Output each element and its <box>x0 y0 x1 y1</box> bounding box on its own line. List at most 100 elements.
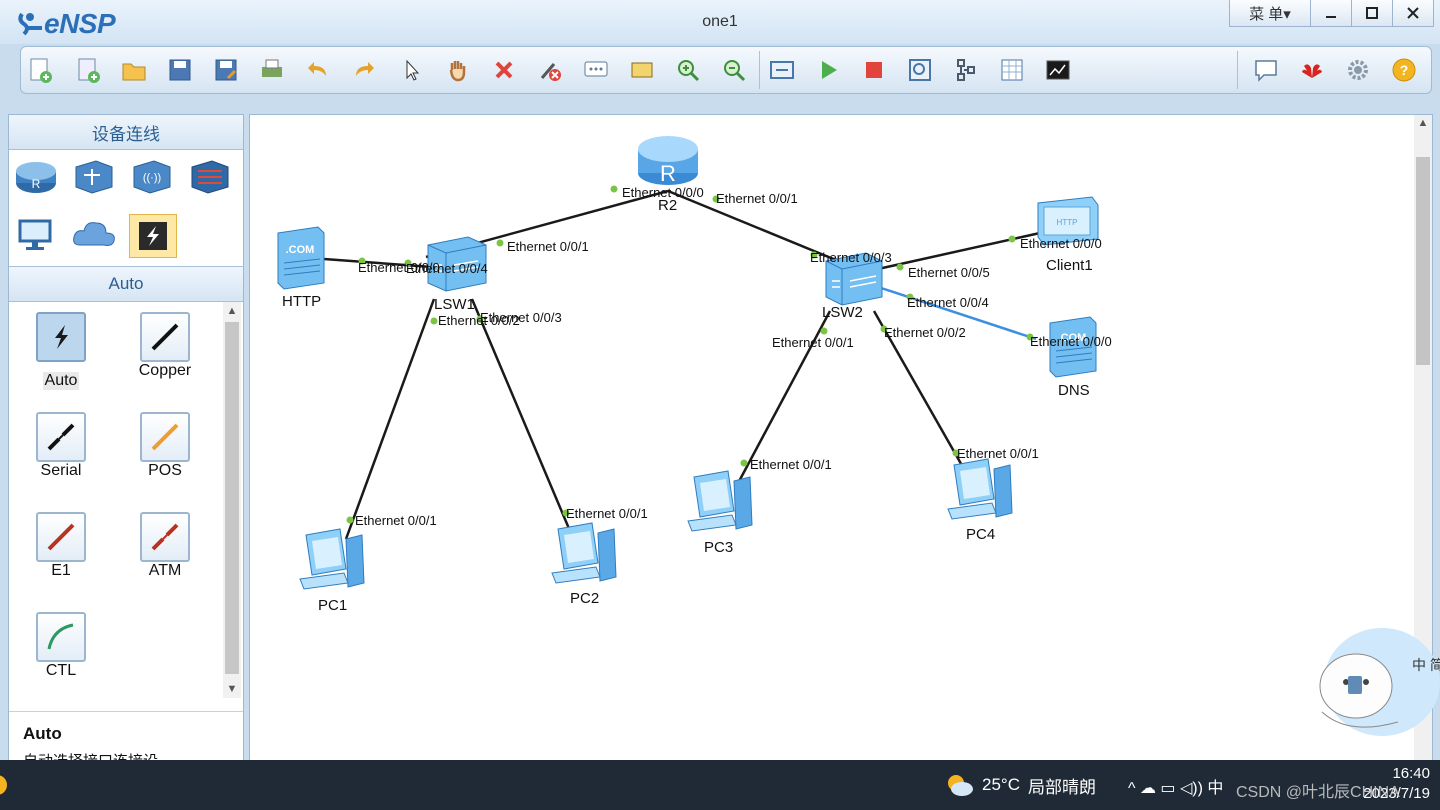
link-lsw1-pc2[interactable] <box>470 298 572 532</box>
wireless-icon[interactable]: ((·)) <box>129 156 175 198</box>
stop-device-icon[interactable] <box>857 53 891 87</box>
windows-taskbar: 25°C 局部晴朗 ^ ☁ ▭ ◁)) 中 16:40 2023/7/19 <box>0 760 1440 810</box>
ime-mode-label: 中 简 <box>1412 657 1440 673</box>
server-http[interactable]: .COM HTTP <box>277 226 325 310</box>
minimize-button[interactable] <box>1310 0 1352 27</box>
device-label-pc3: PC3 <box>704 539 733 556</box>
grid-icon[interactable] <box>995 53 1029 87</box>
print-icon[interactable] <box>255 53 289 87</box>
port-label: Ethernet 0/0/4 <box>907 295 989 310</box>
new-example-icon[interactable] <box>71 53 105 87</box>
capture-icon[interactable] <box>903 53 937 87</box>
connection-label: E1 <box>51 562 71 579</box>
fit-view-icon[interactable] <box>765 53 799 87</box>
svg-text:R: R <box>32 177 41 191</box>
open-icon[interactable] <box>117 53 151 87</box>
delete-icon[interactable] <box>487 53 521 87</box>
port-label: Ethernet 0/0/1 <box>716 191 798 206</box>
device-label-http: HTTP <box>282 293 321 310</box>
new-topology-icon[interactable] <box>23 53 57 87</box>
connection-pos[interactable]: POS <box>117 412 213 502</box>
port-label: Ethernet 0/0/3 <box>810 250 892 265</box>
topology-canvas[interactable]: R R2 LSW1 LSW2 .COM HTTP HTTP Client1 .C… <box>249 114 1433 762</box>
pan-hand-icon[interactable] <box>441 53 475 87</box>
device-category-grid: R ((·)) <box>9 150 243 267</box>
topology-icon[interactable] <box>949 53 983 87</box>
device-label-client1: Client1 <box>1046 257 1093 274</box>
connection-e1[interactable]: E1 <box>13 512 109 602</box>
settings-icon[interactable] <box>1341 53 1375 87</box>
connection-serial[interactable]: Serial <box>13 412 109 502</box>
ctl-link-icon <box>36 612 86 662</box>
weather-cloud-sun-icon <box>948 775 973 796</box>
link-lsw2-client1[interactable] <box>877 231 1041 271</box>
ime-mascot-icon: 中 简 <box>1319 628 1440 736</box>
router-icon: R <box>638 136 698 186</box>
connection-auto[interactable]: Auto <box>13 312 109 402</box>
auto-link-icon[interactable] <box>129 214 177 258</box>
console-icon[interactable] <box>1041 53 1075 87</box>
connection-panel-title: Auto <box>9 267 243 302</box>
connection-list: Auto Copper Serial POS E1 ATM CTL ▲ ▼ <box>9 302 243 698</box>
undo-icon[interactable] <box>301 53 335 87</box>
huawei-icon[interactable] <box>1295 53 1329 87</box>
main-menu-button[interactable]: 菜 单▾ <box>1229 0 1311 27</box>
pc-pc3[interactable]: PC3 <box>687 470 753 556</box>
pc-pc1[interactable]: PC1 <box>299 528 365 614</box>
toolbar-separator <box>1237 51 1238 89</box>
connection-atm[interactable]: ATM <box>117 512 213 602</box>
auto-link-icon <box>36 312 86 362</box>
scroll-up-icon[interactable]: ▲ <box>223 302 241 320</box>
window-title: one1 <box>702 13 738 30</box>
delete-all-links-icon[interactable] <box>533 53 567 87</box>
port-label: Ethernet 0/0/0 <box>1030 334 1112 349</box>
pc-terminal-icon[interactable] <box>13 214 59 256</box>
server-dns[interactable]: .COM DNS <box>1049 316 1097 399</box>
csdn-watermark: CSDN @叶北辰CHINA <box>1236 784 1400 801</box>
start-device-icon[interactable] <box>811 53 845 87</box>
text-annotation-icon[interactable] <box>579 53 613 87</box>
router-icon[interactable]: R <box>13 156 59 198</box>
connection-info: Auto 自动选择接口连接设 <box>9 711 243 770</box>
router-r2[interactable]: R R2 <box>638 136 698 214</box>
feedback-icon[interactable] <box>1249 53 1283 87</box>
port-label: Ethernet 0/0/0 <box>622 185 704 200</box>
pc-pc2[interactable]: PC2 <box>551 522 617 607</box>
scroll-thumb[interactable] <box>225 322 239 674</box>
canvas-scroll-thumb[interactable] <box>1416 157 1430 365</box>
pc-pc4[interactable]: PC4 <box>947 458 1013 543</box>
port-label: Ethernet 0/0/1 <box>566 506 648 521</box>
zoom-out-icon[interactable] <box>717 53 751 87</box>
connection-ctl[interactable]: CTL <box>13 612 109 702</box>
close-icon <box>1407 7 1419 19</box>
connection-list-scrollbar[interactable]: ▲ ▼ <box>223 302 241 698</box>
svg-text:R: R <box>660 161 676 186</box>
zoom-in-icon[interactable] <box>671 53 705 87</box>
port-label: Ethernet 0/0/1 <box>507 239 589 254</box>
weather-widget[interactable]: 25°C 局部晴朗 <box>944 772 1096 798</box>
maximize-button[interactable] <box>1351 0 1393 27</box>
e1-link-icon <box>36 512 86 562</box>
cloud-icon[interactable] <box>71 214 117 256</box>
redo-icon[interactable] <box>347 53 381 87</box>
connection-copper[interactable]: Copper <box>117 312 213 402</box>
link-lsw1-pc1[interactable] <box>344 298 436 540</box>
switch-icon[interactable] <box>71 156 117 198</box>
save-as-icon[interactable] <box>209 53 243 87</box>
scroll-up-icon[interactable]: ▲ <box>1414 117 1432 129</box>
select-pointer-icon[interactable] <box>395 53 429 87</box>
scroll-down-icon[interactable]: ▼ <box>223 680 241 698</box>
svg-text:.COM: .COM <box>286 244 315 256</box>
save-icon[interactable] <box>163 53 197 87</box>
app-taskbar-icon[interactable] <box>0 774 8 796</box>
help-icon[interactable]: ? <box>1387 53 1421 87</box>
port-label: Ethernet 0/0/3 <box>480 310 562 325</box>
device-label-pc1: PC1 <box>318 597 347 614</box>
system-tray[interactable]: ^ ☁ ▭ ◁)) 中 <box>1128 774 1223 798</box>
device-label-pc4: PC4 <box>966 526 995 543</box>
svg-text:((·)): ((·)) <box>143 172 161 184</box>
firewall-icon[interactable] <box>187 156 233 198</box>
port-label: Ethernet 0/0/1 <box>355 513 437 528</box>
rectangle-tool-icon[interactable] <box>625 53 659 87</box>
close-button[interactable] <box>1392 0 1434 27</box>
